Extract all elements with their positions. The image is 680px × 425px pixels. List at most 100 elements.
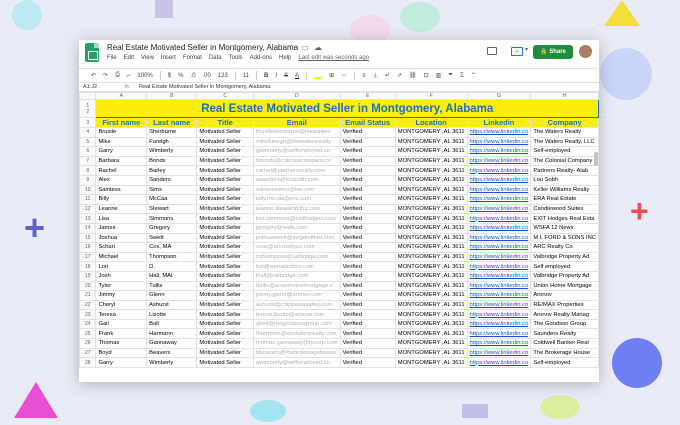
cell-email[interactable]: teresa.lizotte@aronov.com [252,309,341,320]
cell-company[interactable]: Keller Williams Realty [530,184,599,196]
cell-linkedin[interactable]: https://www.linkedin.co [466,328,532,340]
cell-title[interactable]: Motivated Seller [196,309,254,320]
row-number[interactable]: 8 [79,165,97,176]
cell-linkedin[interactable]: https://www.linkedin.co [466,174,532,186]
cell-first[interactable]: Billy [95,194,148,205]
cell-linkedin[interactable]: https://www.linkedin.co [466,203,532,215]
corner-cell[interactable] [79,92,97,100]
sheet-grid[interactable]: A B C D E F G H 12 Real Estate Motivated… [79,92,599,382]
row-number[interactable]: 3 [79,117,97,128]
row-number[interactable]: 12 [79,203,97,215]
cell-status[interactable]: Verified [339,270,396,282]
row-number[interactable]: 26 [79,338,97,349]
cell-company[interactable]: Union Home Mortgage [530,280,599,292]
cell-linkedin[interactable]: https://www.linkedin.co [466,318,532,330]
cell-status[interactable]: Verified [339,127,396,138]
header-cell[interactable]: Email [252,117,341,128]
cell-last[interactable]: Bonds [146,155,198,167]
chart-icon[interactable]: ▥ [436,72,442,79]
cell-email[interactable]: mikefureigh@thewatersrealty [252,136,341,148]
cell-status[interactable]: Verified [339,155,396,167]
comment-icon[interactable] [487,47,497,55]
cell-location[interactable]: MONTGOMERY ,AL 3611 [394,328,468,340]
cell-first[interactable]: Cheryl [95,299,148,311]
cell-company[interactable]: Lou Sobh [530,174,599,186]
header-cell[interactable]: Title [196,117,254,128]
row-number[interactable]: 12 [79,99,97,118]
cell-title[interactable]: Motivated Seller [196,242,254,253]
cell-first[interactable]: Teresa [95,309,148,320]
cell-company[interactable]: ARC Realty Co. [530,242,599,253]
cell-linkedin[interactable]: https://www.linkedin.co [466,213,532,224]
cell-title[interactable]: Motivated Seller [196,174,254,186]
cell-location[interactable]: MONTGOMERY ,AL 3611 [394,357,468,368]
cell-title[interactable]: Motivated Seller [196,222,254,234]
cell-title[interactable]: Motivated Seller [196,357,254,368]
row-number[interactable]: 18 [79,261,97,272]
cell-status[interactable]: Verified [339,184,396,196]
cell-email[interactable]: ttullis@unionhomemortgage.c [252,280,341,292]
row-number[interactable]: 20 [79,280,97,292]
cell-location[interactable]: MONTGOMERY ,AL 3611 [394,155,468,167]
cell-title[interactable]: Motivated Seller [196,146,254,157]
cell-title[interactable]: Motivated Seller [196,232,254,244]
cell-linkedin[interactable]: https://www.linkedin.co [466,338,532,349]
cell-company[interactable]: Self-employed [530,146,599,157]
menu-addons[interactable]: Add-ons [250,55,272,61]
cell-status[interactable]: Verified [339,357,396,368]
cell-first[interactable]: Lori [95,261,148,272]
cell-first[interactable]: Garry [95,146,148,157]
row-number[interactable]: 24 [79,318,97,330]
row-number[interactable]: 15 [79,232,97,244]
row-number[interactable]: 23 [79,309,97,320]
cell-status[interactable]: Verified [339,146,396,157]
cell-location[interactable]: MONTGOMERY ,AL 3611 [394,251,468,263]
cell-title[interactable]: Motivated Seller [196,290,254,301]
header-cell[interactable]: Location [394,117,468,128]
cell-company[interactable]: Valbridge Property Ad [530,270,599,282]
cell-status[interactable]: Verified [339,194,396,205]
cell-location[interactable]: MONTGOMERY ,AL 3611 [394,174,468,186]
cell-first[interactable]: Saintess [95,184,148,196]
cell-location[interactable]: MONTGOMERY ,AL 3611 [394,136,468,148]
row-number[interactable]: 25 [79,328,97,340]
row-number[interactable]: 5 [79,136,97,148]
text-color-button[interactable]: A [295,73,299,79]
cell-last[interactable]: Hall, MAI [146,270,198,282]
cell-linkedin[interactable]: https://www.linkedin.co [466,357,532,368]
cell-location[interactable]: MONTGOMERY ,AL 3611 [394,299,468,311]
filter-icon[interactable]: ⏷ [448,72,453,79]
cell-title[interactable]: Motivated Seller [196,261,254,272]
column-header[interactable]: H [530,92,599,100]
document-title[interactable]: Real Estate Motivated Seller in Montgome… [107,43,298,52]
cell-company[interactable]: Aronov [530,290,599,301]
cell-email[interactable]: saintesssims@kw.com [252,184,341,196]
header-cell[interactable]: Last name [146,117,198,128]
cell-last[interactable]: Fureigh [146,136,198,148]
cell-company[interactable]: M L FORD & SONS INC [530,232,599,244]
cell-company[interactable]: The Colonial Company [530,155,599,167]
cell-first[interactable]: Tyler [95,280,148,292]
cell-location[interactable]: MONTGOMERY ,AL 3611 [394,290,468,301]
cell-title[interactable]: Motivated Seller [196,127,254,138]
cell-status[interactable]: Verified [339,242,396,253]
menu-edit[interactable]: Edit [124,55,134,61]
column-header[interactable]: B [146,92,198,100]
cell-first[interactable]: Lisa [95,213,148,224]
strikethrough-button[interactable]: S [284,73,288,79]
wrap-icon[interactable]: ↵ [385,72,390,79]
share-button[interactable]: 🔒 Share [533,45,573,59]
cell-last[interactable]: Gannaway [146,338,198,349]
cell-email[interactable]: gball@thegoodsongroup.com [252,318,341,330]
cell-first[interactable]: Brusile [95,127,148,138]
cell-email[interactable]: brusilesherburne@thewaters [252,127,341,138]
cell-status[interactable]: Verified [339,203,396,215]
font-size-select[interactable]: 11 [243,73,249,79]
cell-company[interactable]: EXIT Hodges Real Esta [530,213,599,224]
more-formats-button[interactable]: 123 [218,73,228,79]
rotate-icon[interactable]: ↗ [397,72,402,79]
column-header[interactable]: F [394,92,468,100]
cell-email[interactable]: leanne.stewart@fhg.com [252,203,341,215]
menu-data[interactable]: Data [209,55,222,61]
cell-location[interactable]: MONTGOMERY ,AL 3611 [394,127,468,138]
